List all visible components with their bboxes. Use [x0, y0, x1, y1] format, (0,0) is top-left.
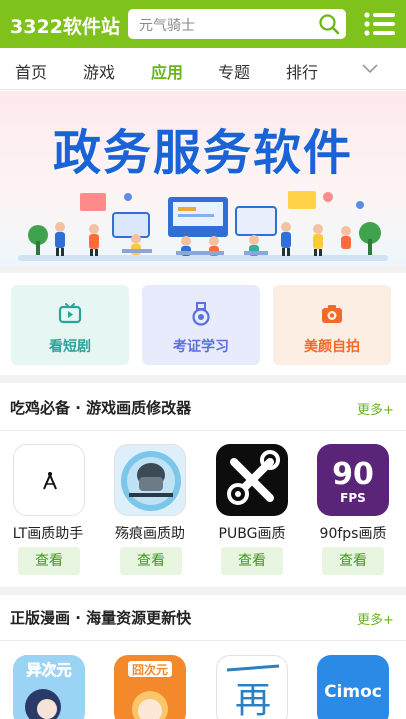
anime-girl-icon: 囧次元: [128, 661, 172, 719]
app-name[interactable]: 殇痕画质助: [99, 523, 201, 543]
tv-icon: [58, 303, 82, 324]
view-button[interactable]: 查看: [18, 547, 80, 575]
app-icon-yiciyuan[interactable]: 异次元: [13, 655, 85, 719]
icon-zai-text: 再: [235, 680, 271, 719]
menu-icon[interactable]: [364, 11, 396, 37]
quick-entry-label: 美颜自拍: [304, 339, 360, 355]
nav-tab-topics[interactable]: 专题: [218, 59, 250, 83]
quick-entry-certificate-study[interactable]: 考证学习: [142, 285, 260, 365]
view-button[interactable]: 查看: [322, 547, 384, 575]
app-icon-90fps[interactable]: 90 FPS: [317, 444, 389, 516]
tools-icon: [227, 450, 280, 505]
app-icon-cimoc[interactable]: Cimoc: [317, 655, 389, 719]
quick-entry-label: 看短剧: [49, 339, 91, 355]
section-title: 正版漫画 · 海量资源更新快: [10, 609, 192, 627]
app-name[interactable]: LT画质助手: [0, 523, 99, 543]
icon-jiong-text: 囧次元: [132, 662, 168, 677]
quick-entry-short-drama[interactable]: 看短剧: [11, 285, 129, 365]
medal-icon: [192, 302, 210, 326]
fps-badge-icon: 90 FPS: [332, 457, 374, 505]
app-name[interactable]: 90fps画质: [302, 523, 404, 543]
app-name[interactable]: PUBG画质: [201, 523, 303, 543]
top-header: 3322软件站 元气骑士: [0, 0, 406, 48]
search-box[interactable]: 元气骑士: [128, 9, 346, 39]
app-icon-pubg[interactable]: [216, 444, 288, 516]
search-icon[interactable]: [318, 13, 340, 35]
site-logo[interactable]: 3322软件站: [10, 12, 120, 39]
search-input[interactable]: 元气骑士: [139, 15, 195, 35]
icon-90-text: 90: [332, 457, 374, 492]
promo-banner[interactable]: 政务服务软件: [0, 91, 406, 265]
cimoc-logo-icon: Cimoc: [324, 682, 382, 702]
quick-entry-label: 考证学习: [173, 339, 229, 355]
nav-tab-apps[interactable]: 应用: [151, 59, 183, 83]
quick-entry-beauty-selfie[interactable]: 美颜自拍: [273, 285, 391, 365]
helmet-icon: [121, 451, 181, 511]
app-icon-lt[interactable]: [13, 444, 85, 516]
divider: [0, 375, 406, 383]
more-link[interactable]: 更多+: [357, 609, 394, 628]
divider: [0, 265, 406, 273]
divider: [0, 640, 406, 641]
app-icon-shanghen[interactable]: [114, 444, 186, 516]
nav-tab-home[interactable]: 首页: [15, 59, 47, 83]
divider: [0, 430, 406, 431]
view-button[interactable]: 查看: [120, 547, 182, 575]
divider: [0, 587, 406, 595]
icon-fps-text: FPS: [340, 491, 366, 505]
category-nav: 首页 游戏 应用 专题 排行: [0, 48, 406, 90]
more-link[interactable]: 更多+: [357, 399, 394, 418]
anime-logo-icon: 异次元: [25, 661, 72, 719]
icon-yiciyuan-text: 异次元: [26, 661, 71, 679]
app-icon-jiongciyuan[interactable]: 囧次元: [114, 655, 186, 719]
nav-tab-ranking[interactable]: 排行: [286, 59, 318, 83]
chevron-down-icon[interactable]: [361, 62, 379, 74]
nav-tab-games[interactable]: 游戏: [83, 59, 115, 83]
zai-logo-icon: 再: [226, 664, 280, 719]
app-icon-zai[interactable]: 再: [216, 655, 288, 719]
banner-title: 政务服务软件: [52, 125, 353, 181]
view-button[interactable]: 查看: [221, 547, 283, 575]
banner-illustration: [18, 191, 388, 261]
section-title: 吃鸡必备 · 游戏画质修改器: [10, 399, 192, 417]
camera-icon: [322, 305, 342, 323]
icon-cimoc-text: Cimoc: [324, 682, 382, 702]
compass-icon: [43, 472, 57, 490]
